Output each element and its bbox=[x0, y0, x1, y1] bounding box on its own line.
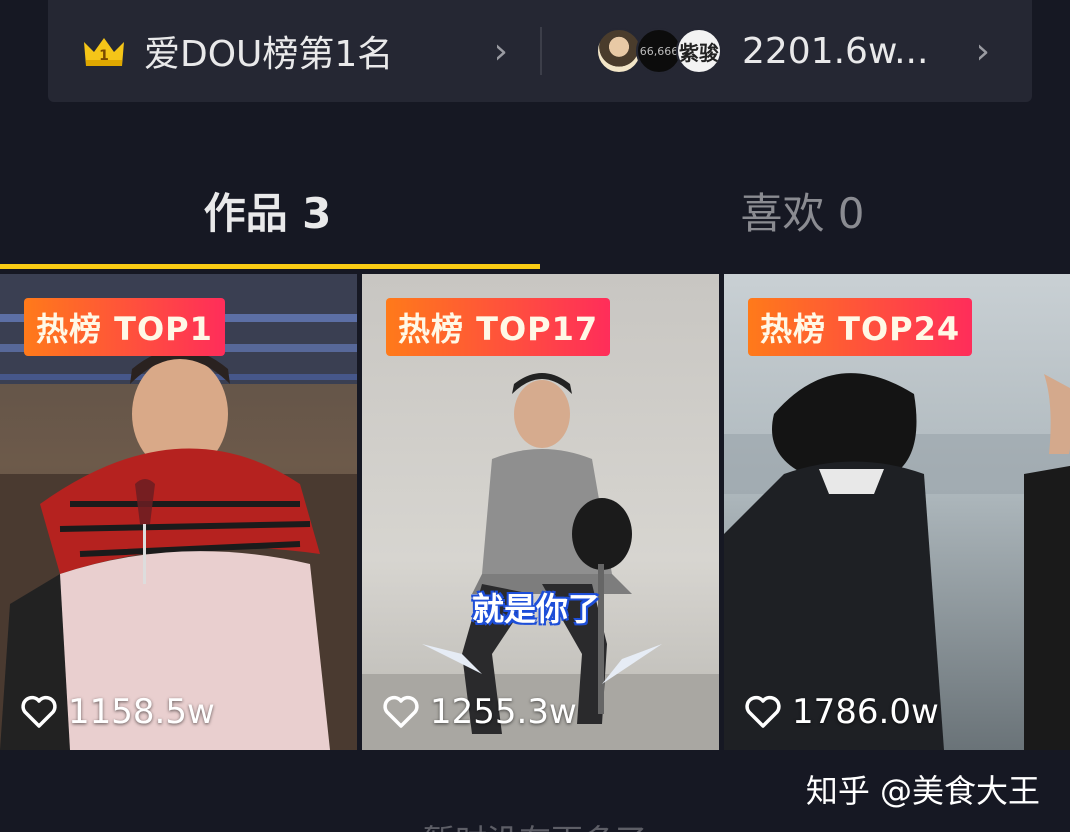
video-card[interactable]: 热榜 TOP24 1786.0w bbox=[724, 274, 1070, 750]
rank-label: 爱DOU榜第1名 bbox=[144, 34, 394, 75]
crown-icon: 1 bbox=[84, 38, 124, 66]
fan-avatars: 66,666 紫骏 bbox=[596, 28, 722, 74]
chevron-right-icon: › bbox=[975, 30, 990, 72]
no-more-text: 暂时没有更多了 bbox=[0, 816, 1070, 832]
like-count-value: 1255.3w bbox=[430, 692, 577, 732]
active-tab-indicator bbox=[0, 264, 540, 269]
hot-rank-badge: 热榜 TOP1 bbox=[24, 298, 225, 356]
watermark: 知乎 @美食大王 bbox=[805, 772, 1040, 810]
like-count: 1255.3w bbox=[382, 692, 577, 732]
crown-rank-number: 1 bbox=[99, 48, 109, 64]
fans-entry[interactable]: 66,666 紫骏 2201.6w... › bbox=[542, 0, 1032, 107]
profile-page: 1 爱DOU榜第1名 › 66,666 紫骏 2201.6w... › 作品 3… bbox=[0, 0, 1070, 832]
heart-icon bbox=[745, 695, 781, 728]
tab-works[interactable]: 作品 3 bbox=[0, 165, 535, 265]
video-card[interactable]: 就是你了 热榜 TOP17 1255.3w bbox=[362, 274, 719, 750]
video-card[interactable]: 热榜 TOP1 1158.5w bbox=[0, 274, 357, 750]
chevron-right-icon: › bbox=[493, 30, 508, 72]
video-grid: 热榜 TOP1 1158.5w 就是你了 热榜 TOP17 1255.3w 热榜… bbox=[0, 274, 1070, 750]
avatar-text: 66,666 bbox=[639, 44, 679, 58]
rank-entry[interactable]: 1 爱DOU榜第1名 › bbox=[48, 0, 540, 107]
tab-likes[interactable]: 喜欢 0 bbox=[535, 165, 1070, 265]
like-count-value: 1786.0w bbox=[792, 692, 939, 732]
hot-rank-badge: 热榜 TOP24 bbox=[748, 298, 973, 356]
video-caption: 就是你了 bbox=[472, 590, 601, 628]
heart-icon bbox=[21, 695, 57, 728]
like-count: 1158.5w bbox=[20, 692, 215, 732]
avatar-text: 紫骏 bbox=[679, 40, 719, 65]
like-count: 1786.0w bbox=[744, 692, 939, 732]
hot-rank-badge: 热榜 TOP17 bbox=[386, 298, 611, 356]
info-bar: 1 爱DOU榜第1名 › 66,666 紫骏 2201.6w... › bbox=[48, 0, 1032, 102]
fans-count: 2201.6w... bbox=[742, 30, 929, 72]
tab-bar: 作品 3 喜欢 0 bbox=[0, 165, 1070, 265]
avatar: 紫骏 bbox=[676, 28, 722, 74]
like-count-value: 1158.5w bbox=[68, 692, 215, 732]
heart-icon bbox=[383, 695, 419, 728]
